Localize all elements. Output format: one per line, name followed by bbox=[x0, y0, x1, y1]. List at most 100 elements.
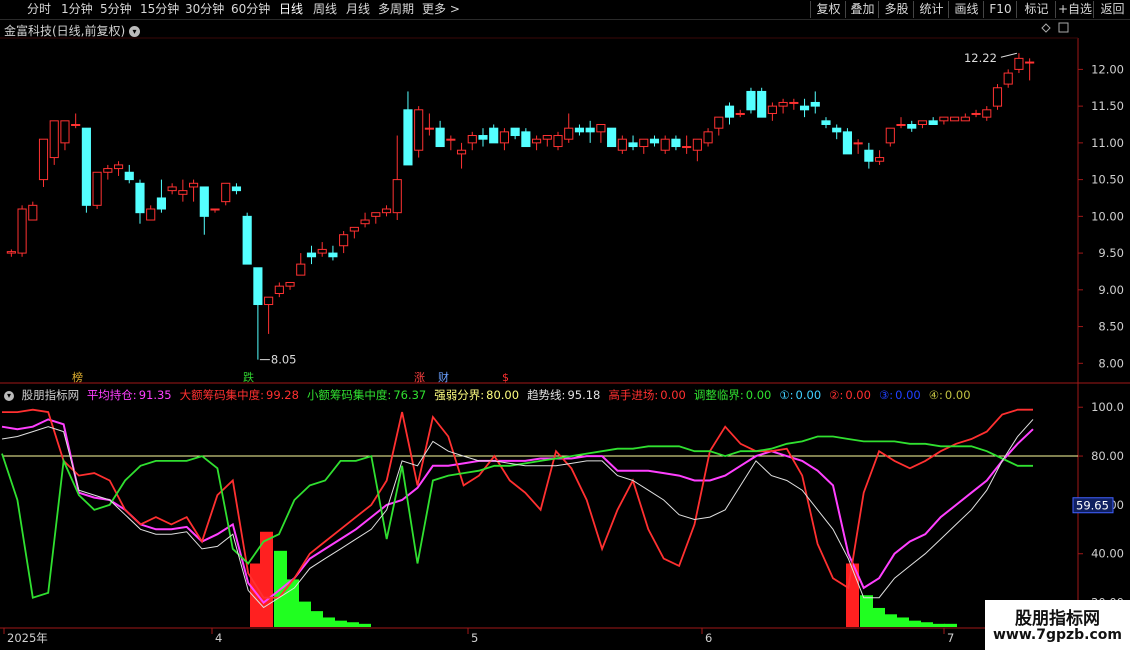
candle-body bbox=[135, 182, 145, 214]
candle-body bbox=[875, 157, 885, 162]
stock-title[interactable]: 金富科技(日线,前复权) ▾ bbox=[4, 22, 141, 39]
candle-body bbox=[38, 138, 49, 181]
candle-body bbox=[253, 267, 263, 306]
toolbar-button-5[interactable]: F10 bbox=[983, 1, 1017, 18]
toolbar-button-1[interactable]: 叠加 bbox=[845, 1, 879, 18]
candle-body bbox=[971, 112, 981, 115]
candle-body bbox=[199, 186, 209, 217]
indicator-value-3: 80.00 bbox=[486, 388, 520, 402]
collapse-icon[interactable]: ▾ bbox=[4, 390, 14, 401]
chevron-down-icon[interactable]: ▾ bbox=[129, 26, 141, 37]
tab-period-8[interactable]: 月线 bbox=[346, 2, 370, 17]
candle-body bbox=[585, 127, 595, 133]
toolbar-button-4[interactable]: 画线 bbox=[948, 1, 984, 18]
indicator-item-9: ③: 0.00 bbox=[879, 388, 925, 402]
candle-body bbox=[178, 190, 188, 195]
candle-body bbox=[221, 182, 231, 203]
toolbar-button-0[interactable]: 复权 bbox=[810, 1, 846, 18]
candle-body bbox=[992, 87, 1003, 107]
candle-body bbox=[714, 116, 724, 129]
indicator-label-8: ②: bbox=[829, 388, 844, 402]
watermark-title: 股朋指标网 bbox=[1015, 609, 1100, 629]
candle-body bbox=[231, 186, 242, 192]
candle-body bbox=[339, 234, 349, 247]
indicator-value-4: 95.18 bbox=[567, 388, 601, 402]
candle-body bbox=[71, 124, 81, 126]
volume-bar bbox=[298, 601, 311, 627]
tab-period-1[interactable]: 1分钟 bbox=[61, 2, 93, 17]
indicator-value-0: 91.35 bbox=[138, 388, 172, 402]
candle-body bbox=[28, 204, 38, 221]
tab-period-0[interactable]: 分时 bbox=[27, 2, 51, 17]
tab-period-10[interactable]: 更多 > bbox=[422, 2, 460, 17]
indicator-label-6: 调整临界: bbox=[693, 388, 744, 402]
tab-period-9[interactable]: 多周期 bbox=[378, 2, 414, 17]
candle-body bbox=[381, 208, 392, 214]
event-tag: $ bbox=[502, 371, 509, 384]
indicator-value-8: 0.00 bbox=[845, 388, 871, 402]
candle-body bbox=[360, 219, 370, 225]
tab-period-2[interactable]: 5分钟 bbox=[100, 2, 132, 17]
time-axis-label: 2025年 bbox=[7, 631, 48, 645]
indicator-label-2: 小额筹码集中度: bbox=[306, 388, 392, 402]
indicator-value-9: 0.00 bbox=[895, 388, 921, 402]
candle-body bbox=[210, 208, 220, 211]
candle-body bbox=[424, 127, 434, 130]
tab-period-4[interactable]: 30分钟 bbox=[185, 2, 224, 17]
candle-body bbox=[907, 124, 917, 129]
event-tag: 榜 bbox=[72, 370, 83, 384]
price-axis-label: 8.50 bbox=[1098, 320, 1124, 334]
candle-body bbox=[435, 127, 445, 148]
candle-body bbox=[574, 127, 585, 133]
candle-body bbox=[864, 149, 874, 162]
indicator-line-0 bbox=[1, 418, 1034, 605]
indicator-item-10: ④: 0.00 bbox=[929, 388, 975, 402]
event-tag: 跌 bbox=[243, 370, 254, 384]
candle-body bbox=[789, 101, 799, 104]
candle-body bbox=[242, 215, 252, 265]
candle-body bbox=[896, 124, 906, 126]
indicator-item-6: 调整临界: 0.00 bbox=[694, 388, 775, 402]
candle-body bbox=[124, 171, 134, 181]
candle-body bbox=[414, 109, 424, 151]
candle-body bbox=[478, 135, 488, 140]
indicator-label-4: 趋势线: bbox=[527, 388, 566, 402]
price-axis-label: 9.50 bbox=[1098, 246, 1124, 260]
candle-body bbox=[371, 212, 381, 217]
event-tag: 财 bbox=[438, 370, 449, 384]
tab-period-5[interactable]: 60分钟 bbox=[231, 2, 270, 17]
candle-body bbox=[950, 116, 960, 122]
volume-bar bbox=[358, 623, 371, 627]
toolbar-button-3[interactable]: 统计 bbox=[913, 1, 949, 18]
price-axis-label: 10.50 bbox=[1091, 173, 1124, 187]
volume-bar bbox=[334, 620, 347, 627]
candle-body bbox=[821, 120, 831, 126]
candle-body bbox=[6, 251, 16, 254]
toolbar-button-6[interactable]: 标记 bbox=[1016, 1, 1056, 18]
indicator-label-10: ④: bbox=[928, 388, 943, 402]
low-marker-label: 8.05 bbox=[271, 353, 297, 367]
indicator-value-2: 76.37 bbox=[393, 388, 427, 402]
volume-bar bbox=[872, 607, 885, 627]
candle-body bbox=[607, 127, 617, 148]
candle-body bbox=[853, 142, 863, 145]
toolbar-button-7[interactable]: +自选 bbox=[1055, 1, 1094, 18]
indicator-name[interactable]: 股朋指标网 bbox=[22, 388, 80, 402]
candle-body bbox=[532, 138, 542, 144]
volume-bar bbox=[884, 614, 897, 627]
diamond-icon bbox=[1041, 23, 1051, 33]
ind-axis-label: 100.0 bbox=[1091, 400, 1124, 414]
indicator-label-7: ①: bbox=[779, 388, 794, 402]
candle-body bbox=[596, 124, 606, 133]
tab-period-3[interactable]: 15分钟 bbox=[140, 2, 179, 17]
toolbar-button-2[interactable]: 多股 bbox=[878, 1, 914, 18]
indicator-item-4: 趋势线: 95.18 bbox=[527, 388, 604, 402]
volume-bar bbox=[908, 620, 921, 627]
volume-bar bbox=[920, 622, 933, 627]
candle-body bbox=[660, 138, 670, 151]
candle-body bbox=[113, 164, 124, 170]
toolbar-button-8[interactable]: 返回 bbox=[1093, 1, 1130, 18]
tab-period-6[interactable]: 日线 bbox=[279, 2, 303, 17]
candle-body bbox=[671, 138, 681, 148]
tab-period-7[interactable]: 周线 bbox=[313, 2, 337, 17]
